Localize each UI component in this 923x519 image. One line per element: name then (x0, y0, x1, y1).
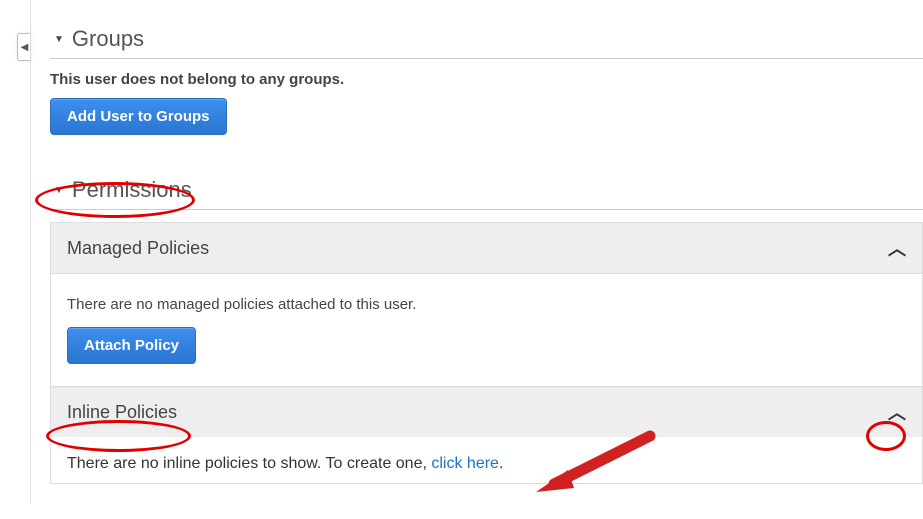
chevron-up-icon[interactable]: ︿ (888, 235, 906, 261)
groups-section-body: This user does not belong to any groups.… (50, 71, 923, 135)
managed-policies-empty: There are no managed policies attached t… (67, 296, 906, 313)
inline-policy-create-link[interactable]: click here (431, 455, 499, 472)
add-user-to-groups-button[interactable]: Add User to Groups (50, 98, 227, 135)
groups-section-header[interactable]: ▼ Groups (50, 20, 923, 59)
managed-policies-panel: Managed Policies ︿ There are no managed … (50, 222, 923, 484)
inline-policies-header[interactable]: Inline Policies ︿ (51, 386, 922, 437)
managed-policies-header[interactable]: Managed Policies ︿ (51, 223, 922, 274)
permissions-section-header[interactable]: ▼ Permissions (50, 171, 923, 210)
groups-title: Groups (72, 26, 144, 52)
chevron-up-icon[interactable]: ︿ (888, 399, 906, 425)
managed-policies-body: There are no managed policies attached t… (51, 274, 922, 386)
sidebar-collapse-tab[interactable]: ◀ (17, 33, 31, 61)
managed-policies-label: Managed Policies (67, 238, 209, 259)
inline-policies-body: There are no inline policies to show. To… (51, 437, 922, 483)
caret-down-icon: ▼ (54, 34, 64, 45)
inline-policy-suffix: . (499, 455, 503, 472)
caret-down-icon: ▼ (54, 185, 64, 196)
inline-policies-label: Inline Policies (67, 402, 177, 423)
vertical-divider (30, 0, 31, 504)
attach-policy-button[interactable]: Attach Policy (67, 327, 196, 364)
groups-empty-text: This user does not belong to any groups. (50, 71, 923, 88)
permissions-title: Permissions (72, 177, 192, 203)
inline-policies-empty: There are no inline policies to show. To… (67, 455, 431, 472)
chevron-left-icon: ◀ (21, 42, 29, 53)
